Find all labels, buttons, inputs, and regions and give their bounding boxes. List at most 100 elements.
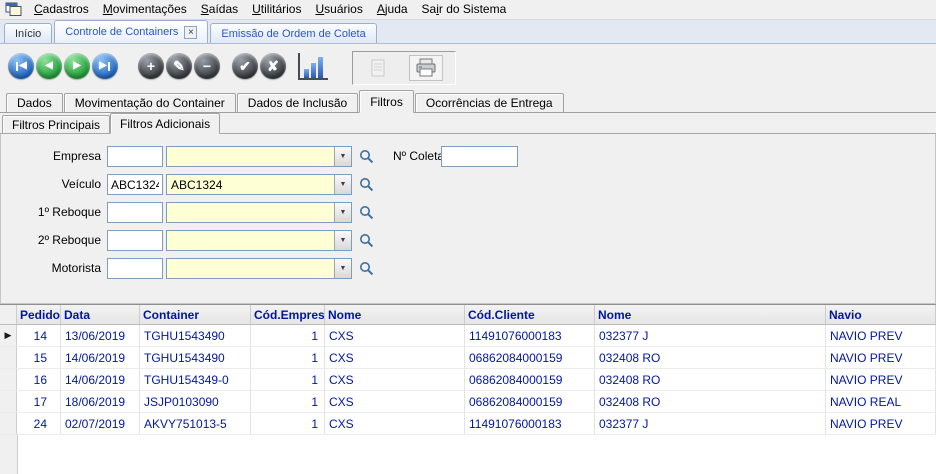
veiculo-code-input[interactable] xyxy=(107,174,163,195)
filters-panel: Empresa ▼ Nº Coleta Veículo ABC1324 ▼ xyxy=(0,134,936,304)
cell-nome: CXS xyxy=(325,347,465,368)
grid-row[interactable]: 15 14/06/2019 TGHU1543490 1 CXS 06862084… xyxy=(0,347,936,369)
delete-button[interactable]: − xyxy=(194,53,220,79)
motorista-code-input[interactable] xyxy=(107,258,163,279)
reboque1-select[interactable]: ▼ xyxy=(166,202,352,223)
menu-sair-do-sistema[interactable]: Sair do Sistema xyxy=(415,0,514,19)
search-icon[interactable] xyxy=(359,261,374,276)
menu-utilitarios[interactable]: Utilitários xyxy=(245,0,308,19)
last-bar xyxy=(107,61,110,71)
tab-ocorrencias-de-entrega[interactable]: Ocorrências de Entrega xyxy=(414,93,564,112)
printer-icon xyxy=(416,58,436,77)
page-tab-bar: Dados Movimentação do Container Dados de… xyxy=(0,90,936,113)
row-gutter xyxy=(0,391,17,412)
cell-pedido: 16 xyxy=(17,369,61,390)
tab-movimentacao-do-container[interactable]: Movimentação do Container xyxy=(63,93,236,112)
veiculo-select[interactable]: ABC1324 ▼ xyxy=(166,174,352,195)
cell-nome: CXS xyxy=(325,413,465,434)
n-coleta-input[interactable] xyxy=(441,146,518,167)
chevron-down-icon[interactable]: ▼ xyxy=(334,175,351,194)
cell-nome: CXS xyxy=(325,325,465,346)
cell-container: AKVY751013-5 xyxy=(140,413,251,434)
cell-navio: NAVIO REAL xyxy=(826,391,936,412)
column-header-pedido: Pedido xyxy=(17,305,61,324)
window-tab-bar: Início Controle de Containers × Emissão … xyxy=(0,20,936,44)
cell-nome2: 032408 RO xyxy=(595,347,826,368)
reboque2-select[interactable]: ▼ xyxy=(166,230,352,251)
close-icon[interactable]: × xyxy=(184,25,198,39)
tab-controle-de-containers[interactable]: Controle de Containers × xyxy=(54,20,209,43)
chevron-down-icon[interactable]: ▼ xyxy=(334,147,351,166)
menu-cadastros[interactable]: Cadastros xyxy=(27,0,96,19)
tab-filtros-adicionais[interactable]: Filtros Adicionais xyxy=(110,113,221,134)
search-icon[interactable] xyxy=(359,177,374,192)
print-toolbar-panel xyxy=(352,51,456,85)
chart-bar xyxy=(311,63,316,78)
confirm-button[interactable]: ✔ xyxy=(232,53,258,79)
chart-button[interactable] xyxy=(298,53,328,80)
reboque1-code-input[interactable] xyxy=(107,202,163,223)
menu-ajuda[interactable]: Ajuda xyxy=(370,0,415,19)
nav-prior-button[interactable]: ◀ xyxy=(36,53,62,79)
reboque1-label: 1º Reboque xyxy=(37,205,101,219)
motorista-label: Motorista xyxy=(51,261,101,275)
cell-nome2: 032377 J xyxy=(595,325,826,346)
search-icon[interactable] xyxy=(359,233,374,248)
nav-last-button[interactable]: ▶ xyxy=(92,53,118,79)
menu-saidas[interactable]: Saídas xyxy=(194,0,245,19)
cell-cod-cliente: 11491076000183 xyxy=(465,325,595,346)
grid-row[interactable]: 24 02/07/2019 AKVY751013-5 1 CXS 1149107… xyxy=(0,413,936,435)
cell-pedido: 15 xyxy=(17,347,61,368)
tab-filtros[interactable]: Filtros xyxy=(359,90,414,113)
grid-row[interactable]: 17 18/06/2019 JSJP0103090 1 CXS 06862084… xyxy=(0,391,936,413)
grid-row[interactable]: 16 14/06/2019 TGHU154349-0 1 CXS 0686208… xyxy=(0,369,936,391)
cell-cod-empresa: 1 xyxy=(251,391,325,412)
tab-dados-de-inclusao[interactable]: Dados de Inclusão xyxy=(236,93,359,112)
grid-row[interactable]: ▶ 14 13/06/2019 TGHU1543490 1 CXS 114910… xyxy=(0,325,936,347)
cell-data: 14/06/2019 xyxy=(61,347,140,368)
motorista-select[interactable]: ▼ xyxy=(166,258,352,279)
menu-movimentacoes[interactable]: Movimentações xyxy=(96,0,194,19)
report-icon xyxy=(371,59,385,77)
cell-data: 13/06/2019 xyxy=(61,325,140,346)
cell-cod-empresa: 1 xyxy=(251,413,325,434)
first-bar xyxy=(16,61,19,71)
empresa-code-input[interactable] xyxy=(107,146,163,167)
report-button[interactable] xyxy=(361,55,395,81)
column-header-cod-empresa: Cód.Empresa xyxy=(251,305,325,324)
cancel-button[interactable]: ✘ xyxy=(260,53,286,79)
edit-button[interactable]: ✎ xyxy=(166,53,192,79)
chevron-down-icon[interactable]: ▼ xyxy=(334,231,351,250)
cell-nome2: 032408 RO xyxy=(595,391,826,412)
search-icon[interactable] xyxy=(359,149,374,164)
tab-filtros-principais[interactable]: Filtros Principais xyxy=(2,115,111,133)
empresa-label: Empresa xyxy=(52,149,101,163)
cell-data: 02/07/2019 xyxy=(61,413,140,434)
grid-header: Pedido Data Container Cód.Empresa Nome C… xyxy=(0,305,936,325)
cell-pedido: 17 xyxy=(17,391,61,412)
tab-dados[interactable]: Dados xyxy=(6,93,63,112)
column-header-navio: Navio xyxy=(826,305,936,324)
insert-button[interactable]: + xyxy=(138,53,164,79)
column-header-cod-cliente: Cód.Cliente xyxy=(465,305,595,324)
menu-usuarios[interactable]: Usuários xyxy=(308,0,369,19)
chevron-down-icon[interactable]: ▼ xyxy=(334,203,351,222)
chevron-down-icon[interactable]: ▼ xyxy=(334,259,351,278)
application-window: Cadastros Movimentações Saídas Utilitári… xyxy=(0,0,936,474)
cell-navio: NAVIO PREV xyxy=(826,347,936,368)
search-icon[interactable] xyxy=(359,205,374,220)
reboque2-code-input[interactable] xyxy=(107,230,163,251)
column-header-data: Data xyxy=(61,305,140,324)
cell-navio: NAVIO PREV xyxy=(826,413,936,434)
tab-inicio[interactable]: Início xyxy=(4,23,53,43)
cell-cod-cliente: 06862084000159 xyxy=(465,347,595,368)
cell-nome2: 032408 RO xyxy=(595,369,826,390)
n-coleta-label: Nº Coleta xyxy=(393,149,445,163)
tab-emissao-de-ordem-de-coleta[interactable]: Emissão de Ordem de Coleta xyxy=(210,23,377,43)
row-gutter xyxy=(0,369,17,390)
empresa-select[interactable]: ▼ xyxy=(166,146,352,167)
nav-next-button[interactable]: ▶ xyxy=(64,53,90,79)
print-button[interactable] xyxy=(409,55,443,81)
cell-pedido: 14 xyxy=(17,325,61,346)
nav-first-button[interactable]: ◀ xyxy=(8,53,34,79)
